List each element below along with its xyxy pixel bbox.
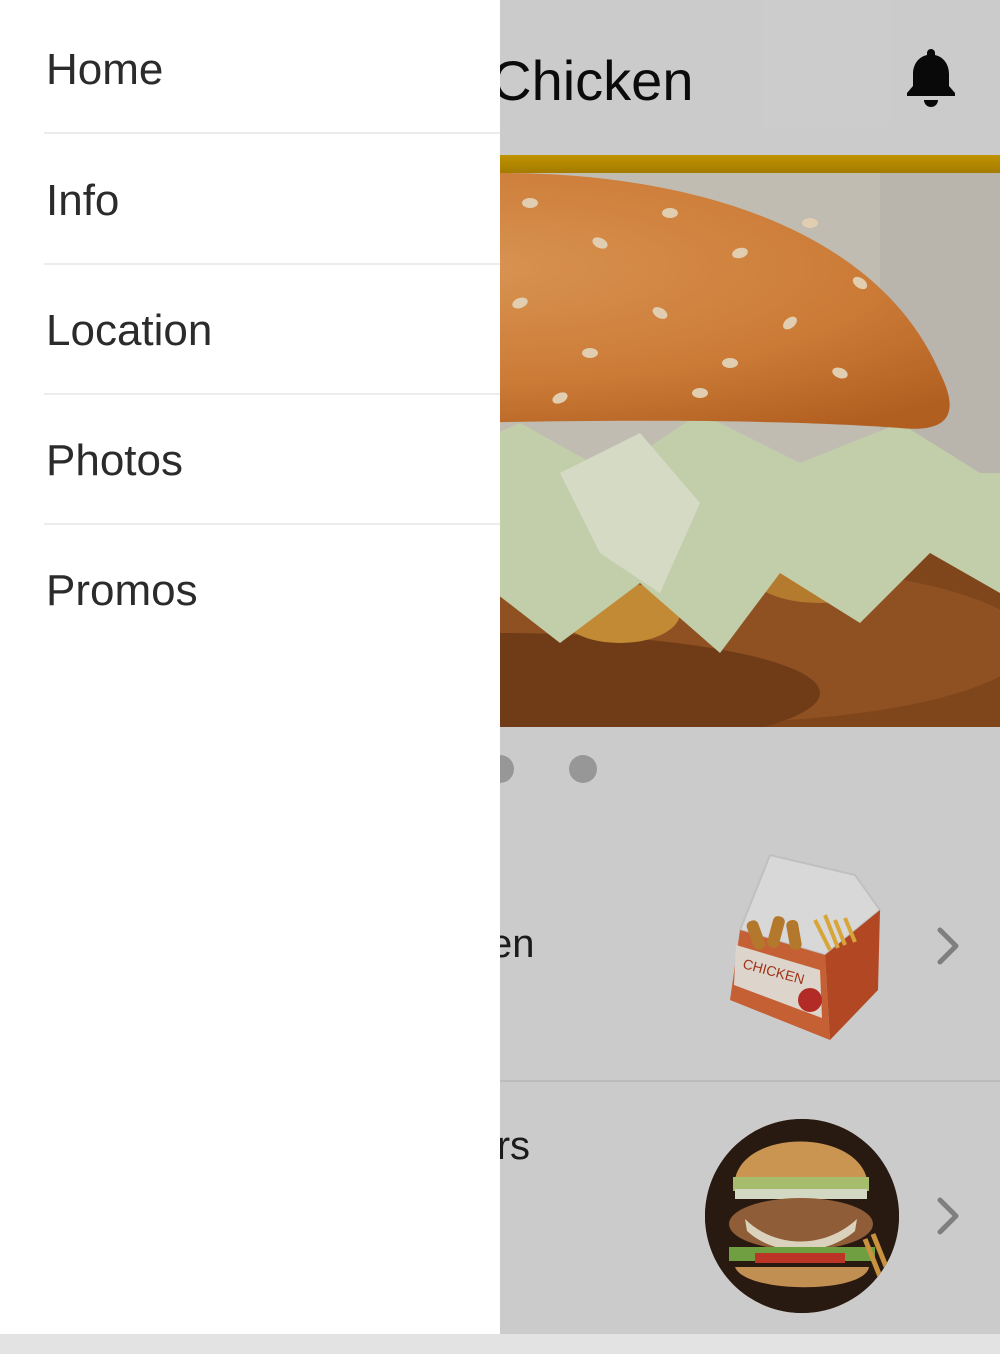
menu-item-label: Location: [46, 306, 213, 355]
menu-item-promos[interactable]: Promos: [0, 525, 500, 655]
menu-item-label: Promos: [46, 566, 198, 615]
navigation-drawer: Home Info Location Photos Promos: [0, 0, 500, 1334]
drawer-scrim[interactable]: [500, 0, 1000, 1334]
menu-item-location[interactable]: Location: [0, 265, 500, 395]
menu-item-photos[interactable]: Photos: [0, 395, 500, 525]
menu-item-label: Home: [46, 45, 164, 94]
menu-item-label: Info: [46, 176, 120, 225]
menu-item-label: Photos: [46, 436, 183, 485]
menu-item-home[interactable]: Home: [0, 3, 500, 133]
menu-item-info[interactable]: Info: [0, 134, 500, 264]
